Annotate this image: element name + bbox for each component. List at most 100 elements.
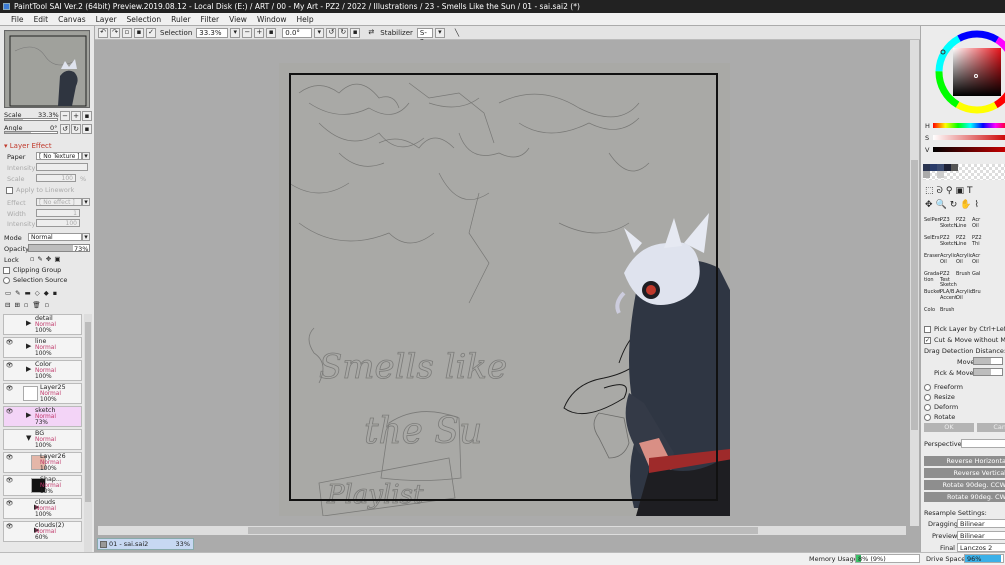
navigator-preview[interactable] <box>4 30 90 108</box>
brush-tool-slot[interactable]: PZ2 Line <box>956 235 972 252</box>
hand-tool-icon[interactable]: ✋ <box>960 200 974 210</box>
visibility-eye-icon[interactable]: 👁 <box>5 477 14 486</box>
folder-expand-icon[interactable]: ▶ <box>26 366 31 373</box>
deform-radio[interactable]: Deform <box>924 403 958 411</box>
selection-source-checkbox[interactable]: Selection Source <box>3 276 67 284</box>
rect-select-icon[interactable]: ⬚ <box>925 186 937 196</box>
brush-tool-slot[interactable]: PZ2 Thi <box>972 235 988 252</box>
paper-dropdown-icon[interactable]: ▾ <box>82 152 90 160</box>
paper-select[interactable]: [ No Texture ] <box>36 152 82 160</box>
cut-move-checkbox[interactable]: ✓ Cut & Move without Mo <box>924 336 1005 344</box>
brush-tool-slot[interactable]: PZ2 Test Sketch <box>940 271 957 288</box>
brush-tool-slot[interactable] <box>956 308 972 324</box>
layer-row[interactable]: 👁 ▶ clouds(2) Normal 60% <box>3 521 82 542</box>
zoom-tool-icon[interactable]: 🔍 <box>936 200 950 210</box>
angle-field[interactable]: 0.0° <box>282 27 313 38</box>
brush-tool-slot[interactable]: Acr Oil <box>972 217 988 234</box>
text-tool-icon[interactable]: T <box>967 186 976 196</box>
rotate-radio[interactable]: Rotate <box>924 413 955 421</box>
brush-tool-slot[interactable]: Acr Oil <box>972 253 988 270</box>
rotate-tool-icon[interactable]: ↻ <box>950 200 961 210</box>
menu-file[interactable]: File <box>6 15 29 24</box>
freeform-radio[interactable]: Freeform <box>924 383 963 391</box>
nav-zoom-in-icon[interactable]: + <box>71 111 81 121</box>
value-slider[interactable] <box>933 147 1005 152</box>
stabilizer-field[interactable]: S-2 <box>416 27 433 46</box>
document-tab[interactable]: 01 - sai.sai2 33% <box>97 538 194 550</box>
menu-layer[interactable]: Layer <box>91 15 122 24</box>
menu-help[interactable]: Help <box>292 15 319 24</box>
selection-visible-checkbox[interactable]: ✓ <box>146 27 156 38</box>
magic-wand-icon[interactable]: ⚲ <box>946 186 956 196</box>
resize-radio[interactable]: Resize <box>924 393 955 401</box>
invert-selection-icon[interactable]: ▪ <box>134 27 144 38</box>
new-shape-icon[interactable]: ◇ <box>35 289 44 297</box>
brush-tool-slot[interactable]: Acrylic Oil <box>956 253 973 270</box>
lasso-icon[interactable]: ᘐ <box>937 186 946 196</box>
angle-dropdown-icon[interactable]: ▾ <box>314 27 325 38</box>
canvas-vertical-scrollbar[interactable] <box>910 40 919 526</box>
nav-rotate-reset-icon[interactable]: ▪ <box>82 124 92 134</box>
brush-tool-slot[interactable]: Bucket <box>924 289 941 306</box>
lock-paint-icon[interactable]: ✎ <box>37 255 45 263</box>
dragging-select[interactable]: Bilinear <box>957 519 1005 528</box>
layer-row[interactable]: 👁 Layer26 Normal 100% <box>3 452 82 473</box>
brush-tool-slot[interactable]: PZ2 Sketch <box>940 235 957 252</box>
brush-tool-slot[interactable]: PZ3 Sketch <box>940 217 957 234</box>
folder-expand-icon[interactable]: ▼ <box>26 435 31 442</box>
rotate-cw-button[interactable]: Rotate 90deg. CW <box>924 492 1005 502</box>
brush-tool-slot[interactable]: Gal <box>972 271 988 288</box>
visibility-eye-icon[interactable]: 👁 <box>5 523 14 532</box>
visibility-eye-icon[interactable]: 👁 <box>5 408 14 417</box>
blend-mode-dropdown-icon[interactable]: ▾ <box>82 233 90 241</box>
layer-row[interactable]: 👁 ▶ sketch Normal 73% <box>3 406 82 427</box>
blend-mode-select[interactable]: Normal <box>28 233 82 241</box>
visibility-toggle[interactable] <box>5 431 14 440</box>
brush-tool-slot[interactable]: PLA/B.. Accent <box>940 289 958 306</box>
rotate-reset-icon[interactable]: ▪ <box>350 27 361 38</box>
flip-icon[interactable]: ⇄ <box>366 28 376 38</box>
brush-tool-slot[interactable] <box>972 308 988 324</box>
ok-button[interactable]: OK <box>924 423 974 432</box>
brush-tool-slot[interactable]: SelPen <box>924 217 941 234</box>
canvas-horizontal-scrollbar[interactable] <box>98 526 906 535</box>
menu-ruler[interactable]: Ruler <box>166 15 195 24</box>
layer-row[interactable]: 👁 ▶ clouds Normal 100% <box>3 498 82 519</box>
eyedropper-icon[interactable]: ⌇ <box>975 200 982 210</box>
brush-tool-slot[interactable]: Brush <box>956 271 972 288</box>
delete-layer-icon[interactable]: 🗑 <box>32 301 44 309</box>
visibility-eye-icon[interactable]: 👁 <box>5 385 14 394</box>
move-distance-slider[interactable] <box>973 357 1003 365</box>
straight-line-icon[interactable]: ╲ <box>453 29 461 37</box>
perspective-field[interactable] <box>961 439 1005 448</box>
swatch-palette[interactable] <box>923 164 1005 180</box>
document-canvas[interactable]: Smells like the Su Playlist <box>279 63 730 516</box>
visibility-eye-icon[interactable]: 👁 <box>5 500 14 509</box>
new-folder-icon[interactable]: ▬ <box>25 289 35 297</box>
menu-selection[interactable]: Selection <box>122 15 167 24</box>
lock-all-icon[interactable]: ▣ <box>54 255 63 263</box>
layer-menu-icon[interactable]: ▪ <box>53 289 61 297</box>
zoom-dropdown-icon[interactable]: ▾ <box>230 27 241 38</box>
layer-row[interactable]: 👁 ▶ line Normal 100% <box>3 337 82 358</box>
layer-row[interactable]: 👁 Layer25 Normal 100% <box>3 383 82 404</box>
brush-tool-slot[interactable]: PZ2 Line <box>956 217 972 234</box>
rotate-cw-icon[interactable]: ↻ <box>338 27 349 38</box>
layer-row[interactable]: 👁 ▶ Color Normal 100% <box>3 360 82 381</box>
zoom-reset-icon[interactable]: ▪ <box>266 27 277 38</box>
rotate-ccw-icon[interactable]: ↺ <box>326 27 337 38</box>
preview-select[interactable]: Bilinear <box>957 531 1005 540</box>
folder-expand-icon[interactable]: ▶ <box>26 320 31 327</box>
layer-row[interactable]: 👁 Shap... Normal 10% <box>3 475 82 496</box>
layer-select-icon[interactable]: ▣ <box>955 186 967 196</box>
rotate-ccw-button[interactable]: Rotate 90deg. CCW <box>924 480 1005 490</box>
nav-rotate-cw-icon[interactable]: ↻ <box>71 124 81 134</box>
folder-expand-icon[interactable]: ▶ <box>26 412 31 419</box>
angle-slider[interactable] <box>4 131 58 134</box>
redo-icon[interactable]: ↷ <box>110 27 120 38</box>
menu-canvas[interactable]: Canvas <box>53 15 91 24</box>
saturation-value-square[interactable] <box>953 48 1001 96</box>
brush-tool-slot[interactable]: Grada- tion <box>924 271 941 288</box>
layer-list-scrollbar[interactable] <box>84 314 92 552</box>
deselect-icon[interactable]: ▫ <box>122 27 132 38</box>
